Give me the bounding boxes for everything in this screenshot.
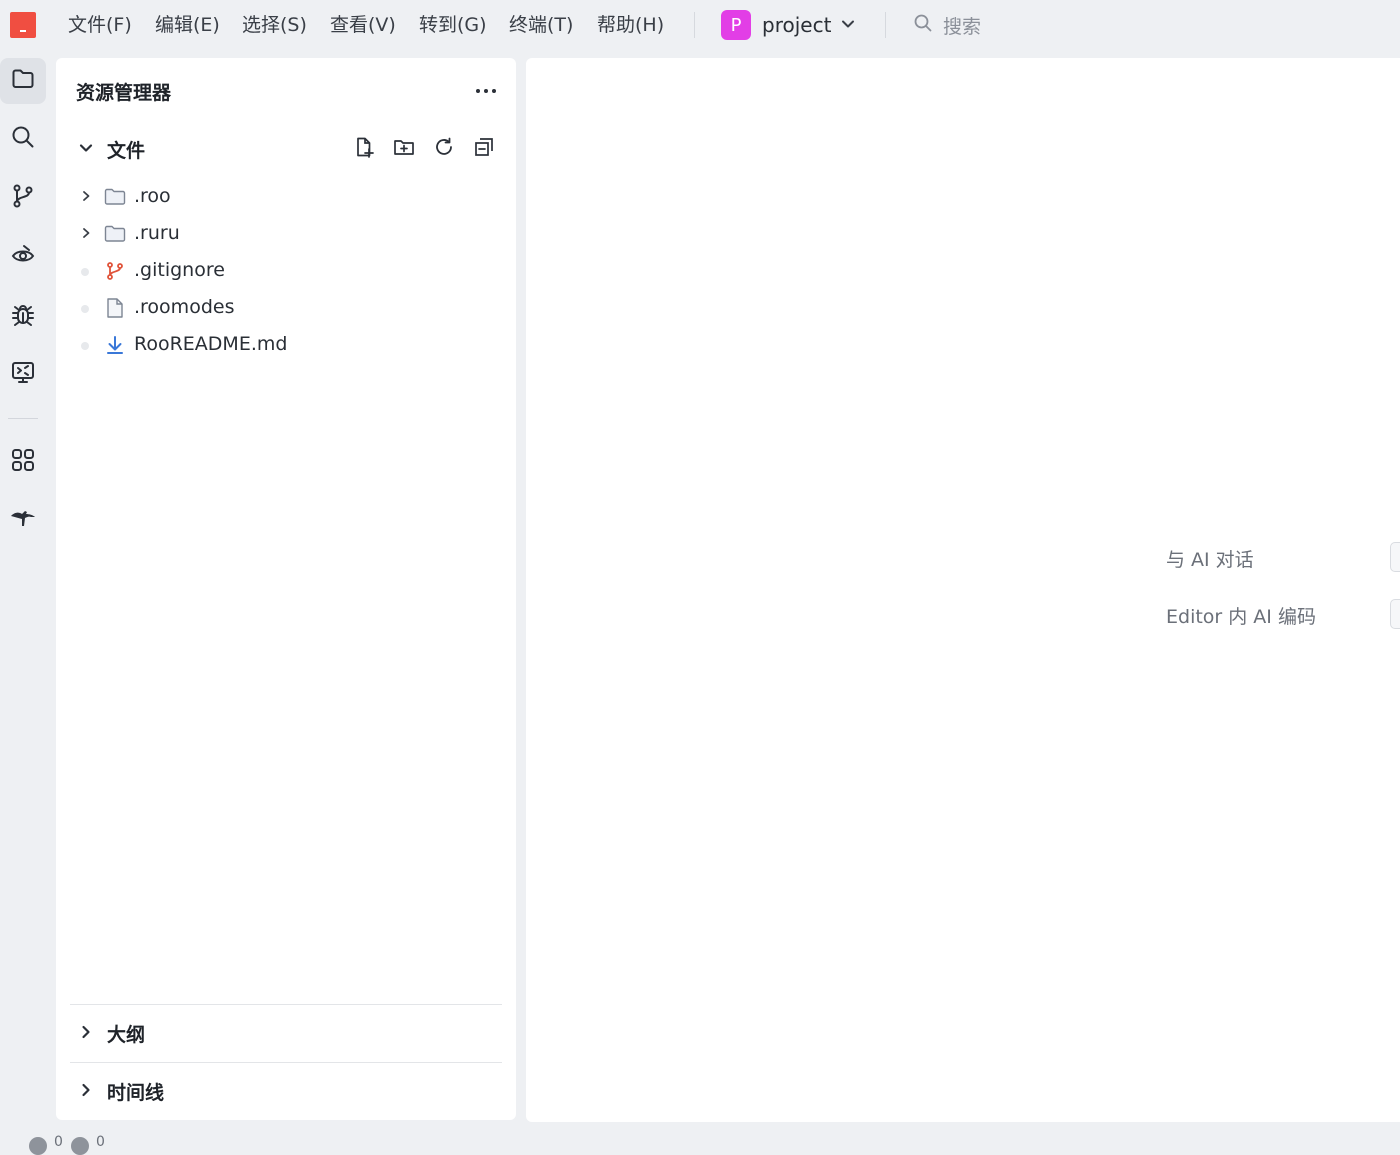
tree-item-folder[interactable]: .roo [76,182,506,212]
status-bar[interactable]: 0 0 [0,1128,1400,1155]
refresh-icon [433,136,455,162]
title-bar: 文件(F) 编辑(E) 选择(S) 查看(V) 转到(G) 终端(T) 帮助(H… [0,0,1400,50]
chevron-right-icon [78,1082,94,1102]
tree-item-file[interactable]: .roomodes [76,293,506,323]
activity-source-control[interactable] [0,175,46,221]
hint-ai-chat: 与 AI 对话 [1166,549,1254,571]
chevron-right-icon [78,1024,94,1044]
refresh-button[interactable] [431,136,457,162]
menu-selection[interactable]: 选择(S) [242,12,307,38]
debug-icon [10,301,36,331]
tree-item-label: .ruru [134,222,180,244]
menu-separator [885,12,886,38]
new-file-button[interactable] [351,136,377,162]
tree-item-label: .roomodes [134,296,235,318]
editor-area[interactable]: 与 AI 对话 Editor 内 AI 编码 [526,58,1400,1122]
explorer-title: 资源管理器 [76,82,172,104]
collapse-all-button[interactable] [471,136,497,162]
search-icon [913,13,933,37]
menu-view[interactable]: 查看(V) [330,12,396,38]
activity-separator [8,418,38,419]
kangaroo-icon [9,506,37,536]
activity-extensions[interactable] [0,439,46,485]
chevron-right-icon [78,225,94,241]
activity-preview[interactable] [0,234,46,280]
warning-count: 0 [96,1134,105,1150]
more-actions-button[interactable] [474,76,498,100]
outline-section-header[interactable]: 大纲 [76,1018,506,1048]
search-label: 搜索 [943,15,982,38]
error-count: 0 [54,1134,63,1150]
tree-item-label: .gitignore [134,259,225,281]
global-search[interactable]: 搜索 [913,12,981,38]
extensions-icon [10,447,36,477]
tree-item-label: .roo [134,185,171,207]
preview-icon [10,242,36,272]
project-name: project [762,13,832,37]
files-section-title: 文件 [107,140,146,162]
chevron-down-icon [841,16,855,35]
tree-item-label: RooREADME.md [134,333,288,355]
file-icon [104,297,126,319]
activity-remote[interactable] [0,351,46,397]
section-divider [70,1004,502,1005]
outline-section-title: 大纲 [107,1024,146,1046]
activity-debug[interactable] [0,293,46,339]
ellipsis-icon [475,79,497,98]
search-icon [10,124,36,154]
hint-ai-inline-edit: Editor 内 AI 编码 [1166,606,1316,628]
menu-edit[interactable]: 编辑(E) [155,12,220,38]
menu-file[interactable]: 文件(F) [68,12,132,38]
tree-item-folder[interactable]: .ruru [76,219,506,249]
remote-icon [10,359,36,389]
files-section-header[interactable]: 文件 [76,134,506,164]
activity-explorer[interactable] [0,58,46,104]
folder-icon [104,186,126,208]
status-dot [81,268,89,276]
source-control-icon [10,183,36,213]
markdown-icon [104,334,126,356]
chevron-down-icon [78,140,94,160]
status-dot [81,305,89,313]
new-folder-button[interactable] [391,136,417,162]
menu-goto[interactable]: 转到(G) [419,12,487,38]
app-logo [10,12,36,38]
shortcut-key [1390,542,1400,572]
new-folder-icon [393,136,415,162]
section-divider [70,1062,502,1063]
folder-icon [104,223,126,245]
activity-bar [0,50,46,1125]
collapse-all-icon [473,136,495,162]
activity-search[interactable] [0,116,46,162]
timeline-section-title: 时间线 [107,1082,165,1104]
project-switcher[interactable]: P project [721,10,855,40]
git-icon [104,260,126,282]
timeline-section-header[interactable]: 时间线 [76,1076,506,1106]
error-icon [29,1137,47,1155]
tree-item-file[interactable]: RooREADME.md [76,330,506,360]
explorer-panel: 资源管理器 文件 .roo .ruru .gitignore .roomodes… [56,58,516,1120]
menu-separator [694,12,695,38]
explorer-icon [10,66,36,96]
shortcut-key [1390,599,1400,629]
new-file-icon [353,136,375,162]
menu-help[interactable]: 帮助(H) [597,12,664,38]
menu-terminal[interactable]: 终端(T) [509,12,573,38]
status-dot [81,342,89,350]
activity-roo[interactable] [0,498,46,544]
tree-item-file[interactable]: .gitignore [76,256,506,286]
project-avatar: P [721,10,751,40]
chevron-right-icon [78,188,94,204]
warning-icon [71,1137,89,1155]
